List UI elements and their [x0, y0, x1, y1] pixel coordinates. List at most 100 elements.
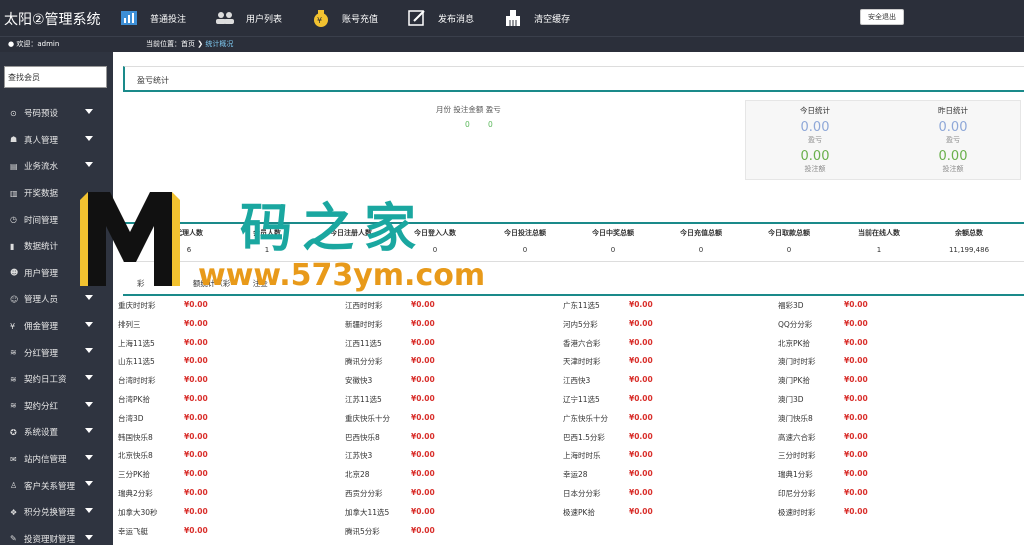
daily-stats-box: 今日统计 0.00 盈亏 0.00 投注额 昨日统计 0.00 盈亏 0.00 … — [745, 100, 1021, 180]
lottery-amount: ¥0.00 — [184, 356, 208, 366]
nav-publish-message[interactable]: 发布消息 — [406, 8, 474, 28]
lottery-name: 香港六合彩 — [563, 338, 601, 348]
clock-icon: ◷ — [10, 215, 17, 225]
chart-icon — [118, 8, 140, 28]
sidebar-item-number-preset[interactable]: ⊙ 号码预设 — [0, 100, 113, 127]
watermark-logo-icon — [80, 192, 180, 286]
lottery-name: 加拿大11选5 — [345, 507, 390, 517]
lottery-amount: ¥0.00 — [629, 450, 653, 460]
stat-value: 0 — [610, 246, 616, 254]
users-icon — [214, 8, 236, 28]
chevron-down-icon — [85, 454, 93, 460]
lottery-amount: ¥0.00 — [184, 488, 208, 497]
breadcrumb-current[interactable]: 统计概况 — [205, 40, 233, 48]
sidebar-item-dividend[interactable]: ≋ 分红管理 — [0, 339, 113, 366]
sidebar-item-mail[interactable]: ✉ 站内信管理 — [0, 446, 113, 473]
chevron-down-icon — [85, 135, 93, 141]
lottery-name: 天津时时彩 — [563, 357, 601, 367]
lottery-amount: ¥0.00 — [411, 469, 435, 479]
lottery-name: 广东11选5 — [563, 301, 600, 310]
lottery-amount: ¥0.00 — [184, 506, 208, 516]
nav-normal-bet[interactable]: 普通投注 — [118, 8, 186, 28]
lottery-amount: ¥0.00 — [629, 337, 653, 347]
lottery-amount: ¥0.00 — [844, 488, 868, 497]
watermark-text: 码之家 — [240, 198, 427, 259]
clear-cache-icon — [502, 8, 524, 28]
sidebar-item-admins[interactable]: ☺ 管理人员 — [0, 286, 113, 313]
sidebar-menu: ⊙ 号码预设 ☗ 真人管理 ▤ 业务流水 ▥ 开奖数据 ◷ 时间管理 ▮ 数据统计 ☻ 用户管… — [0, 100, 113, 545]
lottery-amount: ¥0.00 — [411, 300, 435, 309]
chevron-down-icon — [85, 401, 93, 407]
lottery-amount: ¥0.00 — [411, 375, 435, 385]
lottery-name: 澳门3D — [778, 395, 804, 404]
lottery-amount: ¥0.00 — [184, 375, 208, 385]
sidebar-item-flow[interactable]: ▤ 业务流水 — [0, 153, 113, 180]
profit-panel-title: 盈亏统计 — [123, 66, 1024, 92]
chevron-down-icon — [85, 428, 93, 434]
lottery-name: 辽宁11选5 — [563, 395, 600, 404]
lottery-amount: ¥0.00 — [411, 356, 435, 366]
lottery-amount: ¥0.00 — [844, 394, 868, 403]
lottery-amount: ¥0.00 — [844, 431, 868, 441]
yesterday-profit: 0.00 — [938, 120, 968, 135]
lottery-name: 河内5分彩 — [563, 319, 598, 329]
lottery-amount: ¥0.00 — [629, 431, 653, 441]
lottery-name: 北京PK拾 — [778, 338, 810, 348]
breadcrumb-label: 当前位置：首页 — [146, 40, 195, 48]
stat-value: 0 — [698, 246, 704, 254]
lottery-name: 上海时时乐 — [563, 451, 601, 461]
sub-bar: ● 欢迎：admin 当前位置：首页 ❯ 统计概况 — [0, 36, 1024, 52]
lottery-name: 腾讯分分彩 — [345, 357, 383, 367]
nav-recharge[interactable]: ¥ 账号充值 — [310, 8, 378, 28]
yesterday-bet: 0.00 — [938, 149, 968, 164]
yen-icon: ¥ — [10, 321, 16, 331]
lottery-amount: ¥0.00 — [184, 431, 208, 441]
lottery-name: 日本分分彩 — [563, 489, 601, 498]
nav-clear-cache[interactable]: 清空缓存 — [502, 8, 570, 28]
lottery-name: 极速PK拾 — [563, 507, 595, 517]
nav-label: 用户列表 — [246, 14, 283, 25]
stat-header: 今日取款总额 — [768, 229, 810, 237]
list-icon: ▤ — [10, 161, 18, 171]
sidebar-item-live[interactable]: ☗ 真人管理 — [0, 127, 113, 154]
database-icon: ≋ — [10, 374, 17, 384]
stat-value: 11,199,486 — [948, 246, 990, 254]
sidebar-item-settings[interactable]: ✪ 系统设置 — [0, 419, 113, 446]
lottery-name: 韩国快乐8 — [118, 432, 153, 442]
lottery-amount: ¥0.00 — [411, 431, 435, 441]
top-bar: 太阳②管理系统 普通投注 用户列表 ¥ 账号充值 发布消息 清空缓存 安全退出 — [0, 0, 1024, 36]
lottery-name: 澳门PK拾 — [778, 376, 810, 386]
logout-button[interactable]: 安全退出 — [860, 9, 904, 25]
gift-icon: ❖ — [10, 507, 18, 517]
lottery-amount: ¥0.00 — [844, 450, 868, 460]
stats-icon: ▮ — [10, 241, 15, 251]
lottery-amount: ¥0.00 — [411, 450, 435, 460]
watermark-url: www.573ym.com — [198, 258, 486, 293]
month-bet-value: 0 — [465, 120, 470, 129]
sidebar-item-commission[interactable]: ¥ 佣金管理 — [0, 313, 113, 340]
sidebar-item-investment[interactable]: ✎ 投资理财管理 — [0, 526, 113, 545]
main-content: 盈亏统计 月份 投注金额 盈亏 0 0 今日统计 0.00 盈亏 0.00 投注… — [113, 52, 1024, 545]
lottery-name: 台湾3D — [118, 413, 144, 423]
lottery-name: 巴西快乐8 — [345, 432, 380, 442]
bar-icon: ▥ — [10, 188, 18, 198]
sidebar-item-crm[interactable]: ♙ 客户关系管理 — [0, 472, 113, 499]
today-stats: 今日统计 0.00 盈亏 0.00 投注额 — [746, 105, 884, 174]
lottery-name: 瑞典2分彩 — [118, 489, 153, 498]
lottery-name: 西贡分分彩 — [345, 489, 383, 498]
lottery-amount: ¥0.00 — [844, 318, 868, 328]
lottery-name: 排列三 — [118, 319, 141, 329]
lottery-name: 极速时时彩 — [778, 507, 816, 517]
lottery-amount: ¥0.00 — [629, 300, 653, 309]
sidebar-item-daily-wage[interactable]: ≋ 契约日工资 — [0, 366, 113, 393]
sidebar-item-contract-dividend[interactable]: ≋ 契约分红 — [0, 393, 113, 420]
stat-header: 今日投注总额 — [504, 229, 546, 237]
chevron-down-icon — [85, 109, 93, 114]
lottery-amount: ¥0.00 — [629, 375, 653, 385]
user-icon: ☗ — [10, 135, 18, 145]
member-search-input[interactable] — [4, 66, 107, 88]
month-profit-value: 0 — [488, 120, 493, 129]
nav-user-list[interactable]: 用户列表 — [214, 8, 282, 28]
money-bag-icon: ¥ — [310, 8, 332, 28]
sidebar-item-points[interactable]: ❖ 积分兑换管理 — [0, 499, 113, 526]
